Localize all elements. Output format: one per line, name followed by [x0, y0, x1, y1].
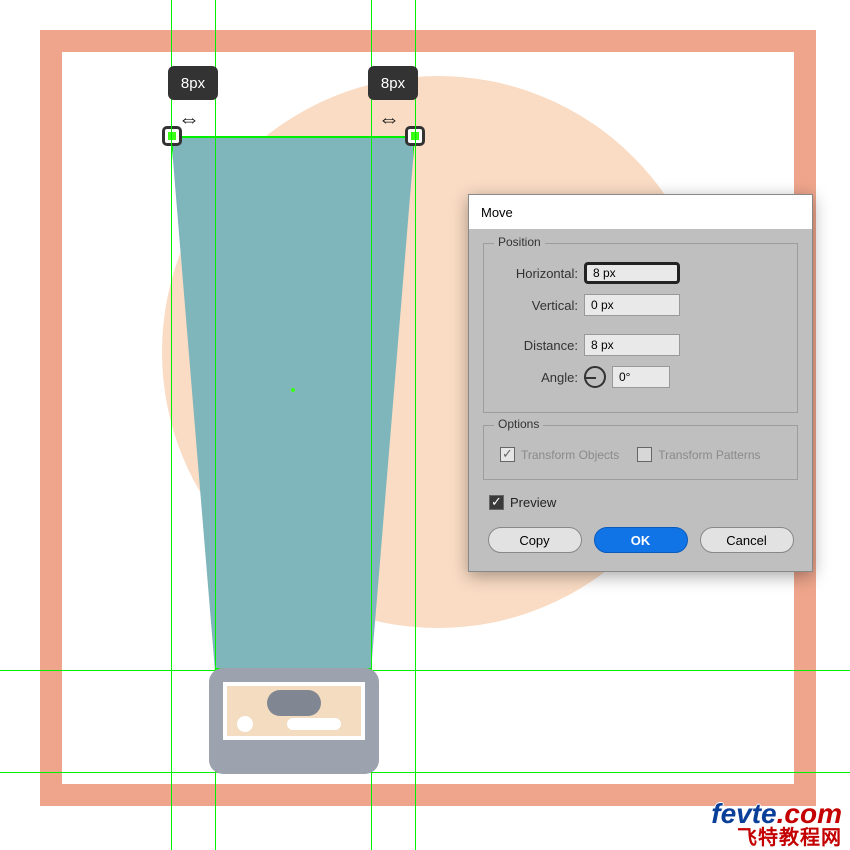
- transform-objects-label: Transform Objects: [521, 448, 619, 462]
- distance-input[interactable]: [584, 334, 680, 356]
- watermark-tagline: 飞特教程网: [711, 828, 842, 848]
- smart-guide-horizontal: [0, 772, 850, 773]
- smart-guide-horizontal: [0, 670, 850, 671]
- horizontal-label: Horizontal:: [496, 266, 578, 281]
- transform-patterns-label: Transform Patterns: [658, 448, 760, 462]
- angle-dial-icon[interactable]: [584, 366, 606, 388]
- ok-button[interactable]: OK: [594, 527, 688, 553]
- angle-input[interactable]: [612, 366, 670, 388]
- position-group: Position Horizontal: Vertical: Distance:…: [483, 243, 798, 413]
- cup-base-panel: [223, 682, 365, 740]
- measure-badge-right: 8px: [368, 66, 418, 100]
- cup-base-knob: [267, 690, 321, 716]
- vertical-input[interactable]: [584, 294, 680, 316]
- copy-button[interactable]: Copy: [488, 527, 582, 553]
- distance-label: Distance:: [496, 338, 578, 353]
- vertical-label: Vertical:: [496, 298, 578, 313]
- move-dialog: Move Position Horizontal: Vertical: Dist…: [468, 194, 813, 572]
- double-arrow-icon: ⇔: [178, 106, 200, 132]
- cup-base: [209, 668, 379, 774]
- measure-badge-left: 8px: [168, 66, 218, 100]
- cup-base-circle: [237, 716, 253, 732]
- watermark: fevte.com 飞特教程网: [711, 800, 842, 848]
- dialog-title[interactable]: Move: [469, 195, 812, 229]
- transform-patterns-checkbox: [637, 447, 652, 462]
- preview-label: Preview: [510, 495, 556, 510]
- smart-guide-vertical: [171, 0, 172, 850]
- position-group-label: Position: [494, 235, 545, 249]
- angle-label: Angle:: [496, 370, 578, 385]
- shape-center-indicator: [291, 388, 295, 392]
- options-group: Options Transform Objects Transform Patt…: [483, 425, 798, 480]
- horizontal-input[interactable]: [584, 262, 680, 284]
- preview-checkbox[interactable]: [489, 495, 504, 510]
- cup-base-pill: [287, 718, 341, 730]
- smart-guide-vertical: [415, 0, 416, 850]
- options-group-label: Options: [494, 417, 543, 431]
- double-arrow-icon: ⇔: [378, 106, 400, 132]
- transform-objects-checkbox: [500, 447, 515, 462]
- cancel-button[interactable]: Cancel: [700, 527, 794, 553]
